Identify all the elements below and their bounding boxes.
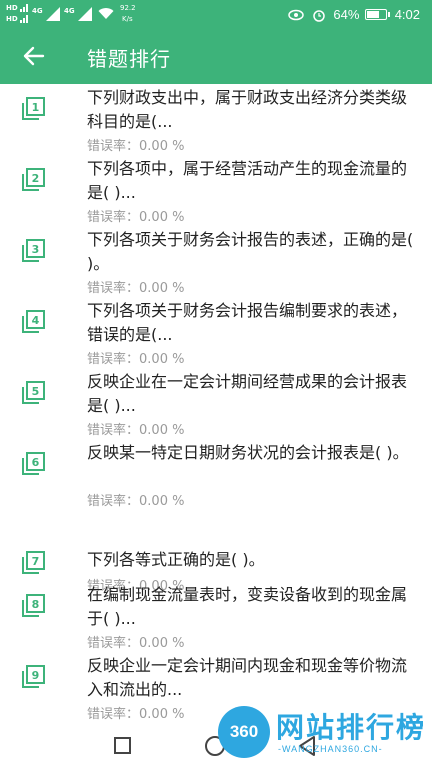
error-rate-value: 0.00 % (139, 139, 185, 154)
list-item[interactable]: 6 反映某一特定日期财务状况的会计报表是( )。 错误率：0.00 % (0, 439, 432, 510)
net-speed-value: 92.2 (120, 4, 136, 12)
signal-strength-icon (46, 7, 60, 21)
rank-number: 3 (32, 243, 40, 256)
recents-button[interactable] (113, 736, 133, 760)
question-title: 下列各等式正确的是( )。 (87, 550, 265, 569)
rank-badge-icon: 6 (22, 452, 45, 475)
clock-time: 4:02 (394, 7, 420, 23)
rank-badge-icon: 2 (22, 168, 45, 191)
error-rate-value: 0.00 % (139, 707, 185, 722)
sim1-label: HD (6, 4, 18, 12)
question-title: 下列各项关于财务会计报告编制要求的表述，错误的是(... (87, 301, 408, 344)
rank-number: 4 (32, 314, 40, 327)
error-rate: 错误率：0.00 % (87, 348, 184, 367)
back-button[interactable] (14, 36, 54, 76)
watermark-logo: 360 网站排行榜 -WANGZHAN360.CN- (218, 704, 428, 762)
question-title: 反映企业在一定会计期间经营成果的会计报表是( )... (87, 372, 408, 415)
arrow-left-icon (23, 46, 45, 66)
signal-strength-icon (78, 7, 92, 21)
error-rate-value: 0.00 % (139, 352, 185, 367)
rank-badge-icon: 3 (22, 239, 45, 262)
error-rate-label: 错误率： (87, 210, 140, 225)
error-rate-label: 错误率： (87, 352, 140, 367)
error-rate: 错误率：0.00 % (87, 632, 184, 651)
rank-badge-icon: 7 (22, 551, 45, 574)
signal-icon (20, 4, 28, 12)
network2-label: 4G (64, 7, 75, 15)
alarm-icon (313, 9, 325, 22)
list-item[interactable]: 2 下列各项中，属于经营活动产生的现金流量的是( )... 错误率：0.00 % (0, 155, 432, 226)
error-rate: 错误率：0.00 % (87, 206, 184, 225)
question-title: 下列各项关于财务会计报告的表述，正确的是( )。 (87, 230, 414, 273)
error-rate: 错误率：0.00 % (87, 135, 184, 154)
rank-badge-icon: 9 (22, 665, 45, 688)
error-rate-label: 错误率： (87, 281, 140, 296)
error-rate-label: 错误率： (87, 636, 140, 651)
error-rate-label: 错误率： (87, 707, 140, 722)
list-item[interactable]: 4 下列各项关于财务会计报告编制要求的表述，错误的是(... 错误率：0.00 % (0, 297, 432, 368)
rank-badge-icon: 8 (22, 594, 45, 617)
error-rate: 错误率：0.00 % (87, 703, 184, 722)
rank-badge-icon: 1 (22, 97, 45, 120)
error-rate-label: 错误率： (87, 139, 140, 154)
rank-number: 2 (32, 172, 40, 185)
list-item[interactable]: 5 反映企业在一定会计期间经营成果的会计报表是( )... 错误率：0.00 % (0, 368, 432, 439)
rank-number: 5 (32, 385, 40, 398)
error-rate: 错误率：0.00 % (87, 277, 184, 296)
net-speed-unit: K/s (122, 15, 133, 23)
app-bar: 错题排行 (0, 28, 432, 84)
error-rate-value: 0.00 % (139, 281, 185, 296)
page-title: 错题排行 (87, 47, 171, 71)
error-rate-value: 0.00 % (139, 423, 185, 438)
question-title: 在编制现金流量表时，变卖设备收到的现金属于( )... (87, 585, 408, 628)
error-rate-label: 错误率： (87, 423, 140, 438)
watermark-title: 网站排行榜 (276, 711, 427, 744)
error-rate-value: 0.00 % (139, 210, 185, 225)
rank-badge-icon: 5 (22, 381, 45, 404)
sim2-label: HD (6, 15, 18, 23)
status-bar: HD HD 4G 4G 92.2 K/s 64% 4:02 (0, 0, 432, 28)
question-title: 下列财政支出中，属于财政支出经济分类类级科目的是(... (87, 88, 408, 131)
error-rate-value: 0.00 % (139, 494, 185, 509)
eye-icon (288, 9, 304, 20)
watermark-subtitle: -WANGZHAN360.CN- (278, 744, 383, 754)
status-right: 64% 4:02 (288, 6, 420, 22)
network1-label: 4G (32, 7, 43, 15)
question-title: 反映企业一定会计期间内现金和现金等价物流入和流出的... (87, 656, 408, 699)
signal-icon (20, 15, 28, 23)
error-rate-value: 0.00 % (139, 636, 185, 651)
rank-number: 7 (32, 555, 40, 568)
battery-icon (365, 9, 391, 21)
error-rate: 错误率：0.00 % (87, 490, 184, 509)
rank-number: 6 (32, 456, 40, 469)
error-rate: 错误率：0.00 % (87, 419, 184, 438)
rank-badge-icon: 4 (22, 310, 45, 333)
wifi-icon (98, 8, 114, 19)
list-item[interactable]: 1 下列财政支出中，属于财政支出经济分类类级科目的是(... 错误率：0.00 % (0, 84, 432, 155)
battery-percent: 64% (333, 7, 360, 23)
error-rate-label: 错误率： (87, 494, 140, 509)
list-item[interactable]: 3 下列各项关于财务会计报告的表述，正确的是( )。错误率：0.00 % (0, 226, 432, 297)
question-title: 反映某一特定日期财务状况的会计报表是( )。 (87, 443, 409, 462)
watermark-badge: 360 (218, 706, 270, 758)
list-item[interactable]: 7 下列各等式正确的是( )。 错误率：0.00 % (0, 510, 432, 594)
rank-number: 9 (32, 669, 40, 682)
list-item[interactable]: 8 在编制现金流量表时，变卖设备收到的现金属于( )... 错误率：0.00 % (0, 581, 432, 652)
rank-number: 8 (32, 598, 40, 611)
square-icon (114, 737, 131, 754)
question-title: 下列各项中，属于经营活动产生的现金流量的是( )... (87, 159, 408, 202)
rank-number: 1 (32, 101, 40, 114)
